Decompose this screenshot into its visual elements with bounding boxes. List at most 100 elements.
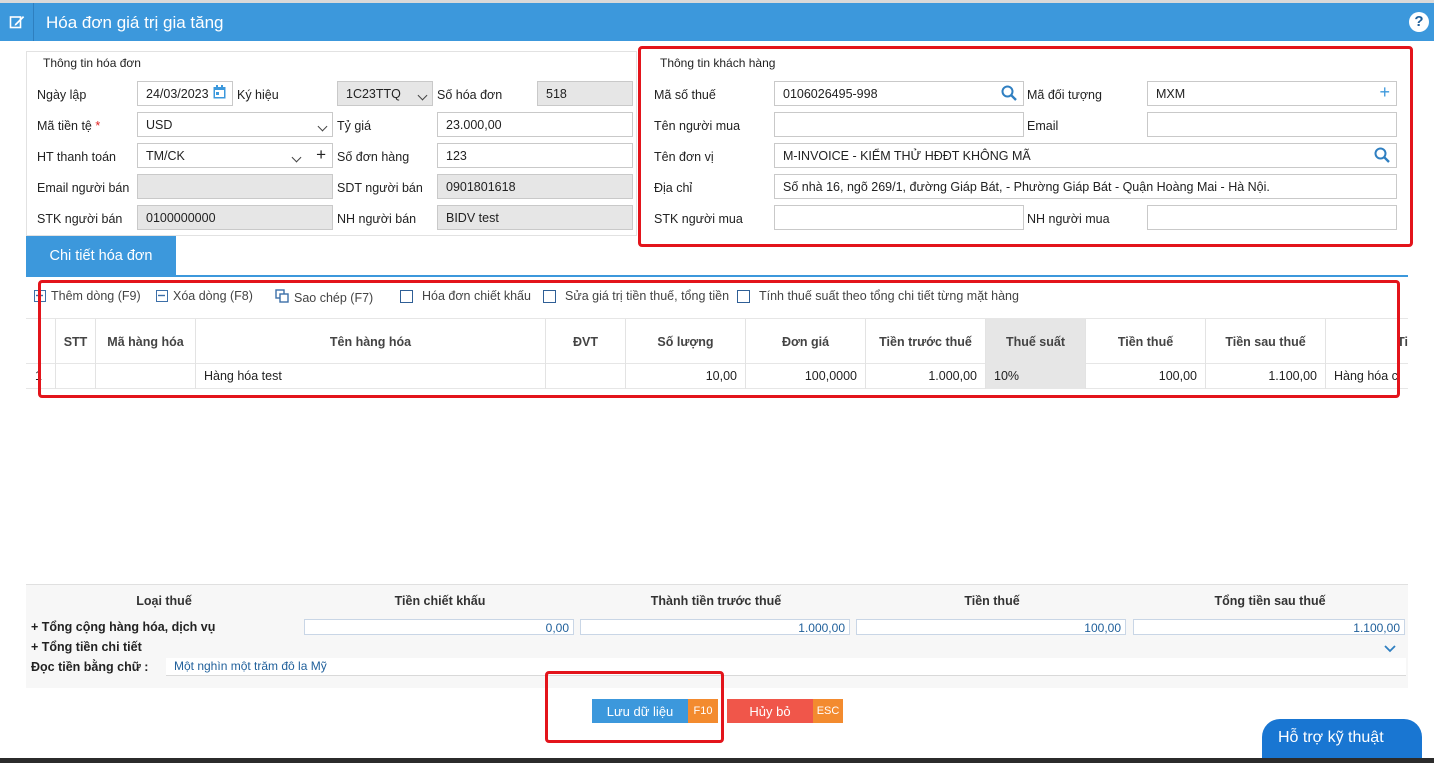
add-row-icon: [34, 290, 46, 302]
plus-icon[interactable]: +: [1379, 82, 1390, 103]
row-index: 1: [35, 369, 42, 383]
summary-header: Tiền thuế: [964, 594, 1020, 608]
support-button[interactable]: Hỗ trợ kỹ thuật: [1262, 719, 1422, 763]
ma-doi-tuong-label: Mã đối tượng: [1027, 88, 1102, 102]
dia-chi-label: Địa chỉ: [654, 181, 693, 195]
ten-don-vi-label: Tên đơn vị: [654, 150, 714, 164]
column-header[interactable]: Tiền trước thuế: [865, 319, 985, 365]
table-row[interactable]: 1 Hàng hóa test 10,00 100,0000 1.000,00 …: [26, 364, 1408, 389]
column-header[interactable]: Đơn giá: [745, 319, 865, 365]
ma-doi-tuong-field[interactable]: MXM +: [1147, 81, 1397, 106]
checkbox-icon: [543, 289, 556, 303]
tien-thue-total: 100,00: [856, 619, 1126, 635]
calc-tax-checkbox[interactable]: Tính thuế suất theo tổng chi tiết từng m…: [737, 289, 1019, 303]
stk-nguoi-mua-label: STK người mua: [654, 212, 743, 226]
ky-hieu-label: Ký hiệu: [237, 88, 279, 102]
so-luong-cell[interactable]: 10,00: [625, 364, 745, 389]
ten-nguoi-mua-field[interactable]: [774, 112, 1024, 137]
checkbox-icon: [737, 289, 750, 303]
nh-nguoi-mua-label: NH người mua: [1027, 212, 1110, 226]
nh-nguoi-mua-field[interactable]: [1147, 205, 1397, 230]
edit-tax-checkbox[interactable]: Sửa giá trị tiền thuế, tổng tiền: [543, 289, 729, 303]
ma-tien-te-label: Mã tiền tệ *: [37, 119, 101, 133]
column-header[interactable]: Tiền sau thuế: [1205, 319, 1325, 365]
column-header[interactable]: Thuế suất: [985, 319, 1085, 365]
save-button[interactable]: Lưu dữ liệu F10: [592, 699, 718, 723]
tab-underline: [26, 275, 1408, 277]
delete-row-button[interactable]: Xóa dòng (F8): [156, 289, 253, 303]
checkbox-icon: [400, 289, 413, 303]
ma-so-thue-field[interactable]: 0106026495-998: [774, 81, 1024, 106]
total-detail-label[interactable]: + Tổng tiền chi tiết: [31, 640, 142, 654]
tien-thue-cell[interactable]: 100,00: [1085, 364, 1205, 389]
ma-tien-te-select[interactable]: USD: [137, 112, 333, 137]
sdt-nguoi-ban-field: 0901801618: [437, 174, 633, 199]
ty-gia-label: Tỷ giá: [337, 119, 372, 133]
ten-don-vi-field[interactable]: M-INVOICE - KIỂM THỬ HĐĐT KHÔNG MÃ: [774, 143, 1397, 168]
ty-gia-field[interactable]: 23.000,00: [437, 112, 633, 137]
stt-cell[interactable]: [55, 364, 95, 389]
dvt-cell[interactable]: [545, 364, 625, 389]
tab-chi-tiet-hoa-don[interactable]: Chi tiết hóa đơn: [26, 236, 176, 276]
column-header[interactable]: Tên hàng hóa: [195, 319, 545, 365]
ky-hieu-select[interactable]: 1C23TTQ: [337, 81, 433, 106]
so-don-hang-label: Số đơn hàng: [337, 150, 410, 164]
copy-row-button[interactable]: Sao chép (F7): [275, 289, 373, 306]
chevron-down-icon: [317, 119, 328, 133]
invoice-info-title: Thông tin hóa đơn: [43, 56, 141, 70]
ma-hang-cell[interactable]: [95, 364, 195, 389]
search-icon[interactable]: [1374, 147, 1390, 166]
column-header[interactable]: ĐVT: [545, 319, 625, 365]
delete-row-icon: [156, 290, 168, 302]
help-icon[interactable]: ?: [1409, 12, 1429, 32]
ht-thanh-toan-select[interactable]: TM/CK +: [137, 143, 333, 168]
tien-truoc-thue-cell[interactable]: 1.000,00: [865, 364, 985, 389]
discount-invoice-checkbox[interactable]: Hóa đơn chiết khấu: [400, 289, 531, 303]
dia-chi-field[interactable]: Số nhà 16, ngõ 269/1, đường Giáp Bát, - …: [774, 174, 1397, 199]
words-label: Đọc tiền bằng chữ :: [31, 660, 149, 674]
save-shortcut-badge: F10: [688, 699, 718, 723]
column-header[interactable]: Số lượng: [625, 319, 745, 365]
page-title: Hóa đơn giá trị gia tăng: [46, 13, 224, 32]
total-goods-label[interactable]: + Tổng cộng hàng hóa, dịch vụ: [31, 620, 215, 634]
edit-icon: [0, 3, 34, 41]
grid-header: STT Mã hàng hóa Tên hàng hóa ĐVT Số lượn…: [26, 318, 1408, 365]
so-hoa-don-field: 518: [537, 81, 633, 106]
email-field[interactable]: [1147, 112, 1397, 137]
so-hoa-don-label: Số hóa đơn: [437, 88, 503, 102]
stk-nguoi-mua-field[interactable]: [774, 205, 1024, 230]
summary-header: Thành tiền trước thuế: [650, 594, 782, 608]
so-don-hang-field[interactable]: 123: [437, 143, 633, 168]
thue-suat-cell[interactable]: 10%: [985, 364, 1085, 389]
extra-cell[interactable]: Hàng hóa c: [1325, 364, 1408, 389]
don-gia-cell[interactable]: 100,0000: [745, 364, 865, 389]
search-icon[interactable]: [1001, 85, 1017, 104]
tien-sau-thue-cell[interactable]: 1.100,00: [1205, 364, 1325, 389]
sau-thue-total: 1.100,00: [1133, 619, 1405, 635]
chevron-down-icon: [417, 88, 428, 102]
column-header[interactable]: Tiền thuế: [1085, 319, 1205, 365]
bottom-border: [0, 758, 1434, 763]
chevron-down-icon[interactable]: [1384, 641, 1396, 656]
chevron-down-icon: [291, 150, 302, 164]
ten-hang-cell[interactable]: Hàng hóa test: [195, 364, 545, 389]
nh-nguoi-ban-field: BIDV test: [437, 205, 633, 230]
column-header[interactable]: STT: [55, 319, 95, 365]
plus-icon[interactable]: +: [316, 145, 326, 165]
column-header[interactable]: Mã hàng hóa: [95, 319, 195, 365]
ht-thanh-toan-label: HT thanh toán: [37, 150, 116, 164]
add-row-button[interactable]: Thêm dòng (F9): [34, 289, 141, 303]
cancel-shortcut-badge: ESC: [813, 699, 843, 723]
stk-nguoi-ban-label: STK người bán: [37, 212, 123, 226]
cancel-button[interactable]: Hủy bỏ ESC: [727, 699, 843, 723]
summary-header: Tiền chiết khấu: [394, 594, 486, 608]
column-header[interactable]: Ti: [1325, 319, 1408, 365]
email-nguoi-ban-label: Email người bán: [37, 181, 130, 195]
summary-header: Loại thuế: [136, 594, 192, 608]
calendar-icon[interactable]: [213, 85, 226, 102]
ngay-lap-field[interactable]: 24/03/2023: [137, 81, 233, 106]
summary-header: Tổng tiền sau thuế: [1214, 594, 1326, 608]
ma-so-thue-label: Mã số thuế: [654, 88, 716, 102]
truoc-thue-total: 1.000,00: [580, 619, 850, 635]
words-field: Một nghìn một trăm đô la Mỹ: [166, 658, 1406, 676]
